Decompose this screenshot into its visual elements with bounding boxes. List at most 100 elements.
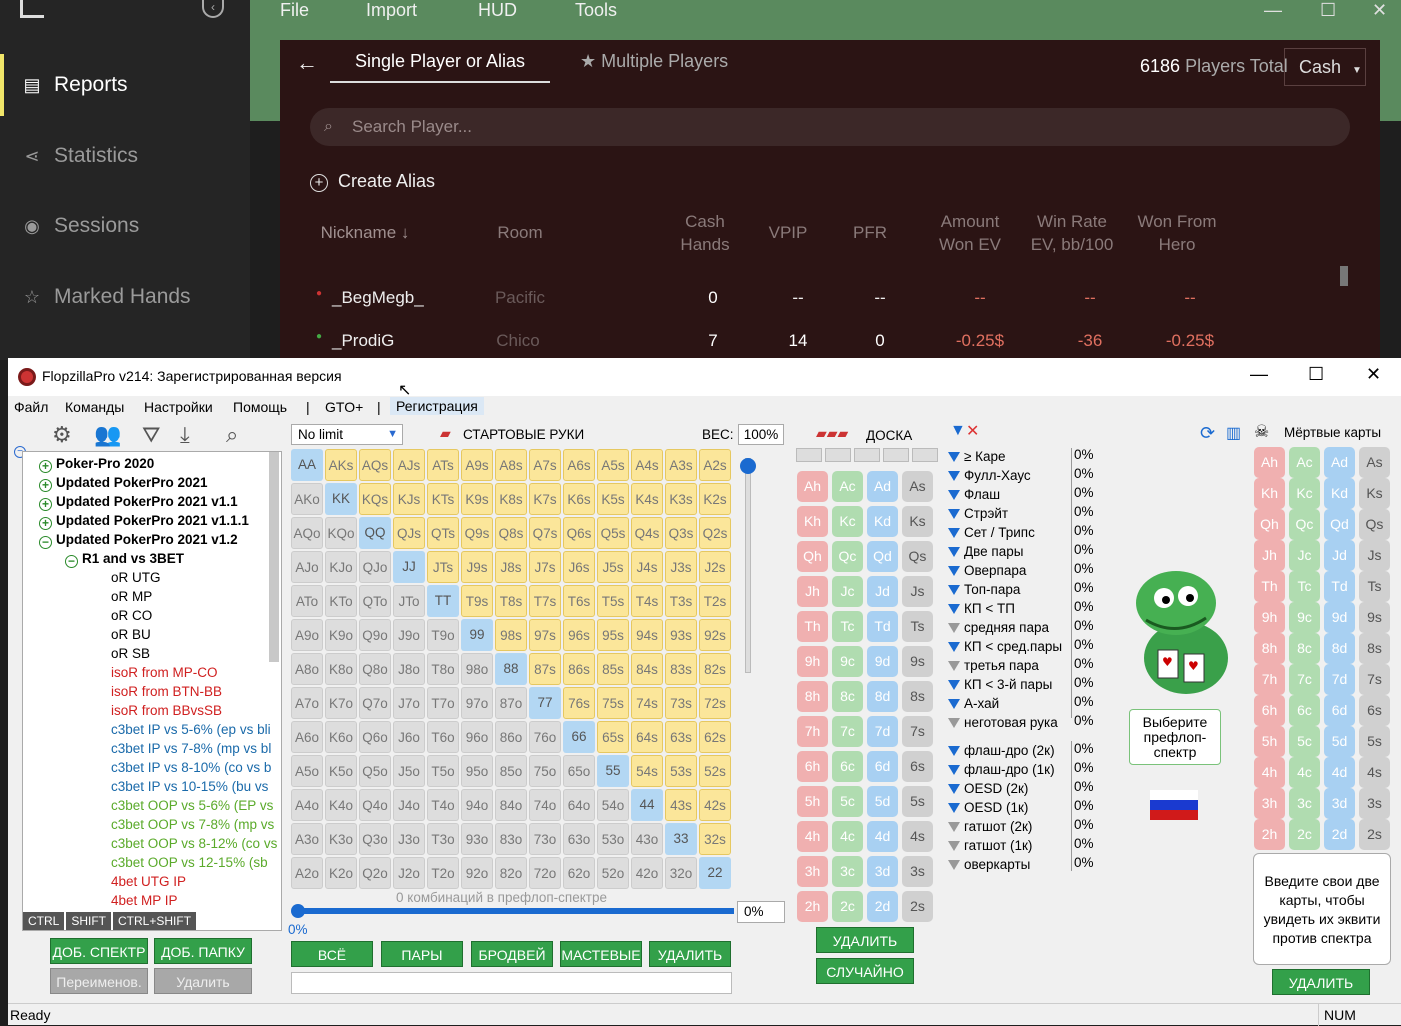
hand-cell[interactable]: K8o bbox=[325, 653, 357, 685]
card-button[interactable]: Ad bbox=[1324, 447, 1355, 478]
minimize-icon[interactable]: — bbox=[1264, 0, 1282, 21]
hand-cell[interactable]: 32s bbox=[699, 823, 731, 855]
card-button[interactable]: 4c bbox=[1289, 757, 1320, 788]
hand-cell[interactable]: 64o bbox=[563, 789, 595, 821]
tree-item[interactable]: c3bet OOP vs 5-6% (EP vs bbox=[111, 796, 273, 815]
hand-cell[interactable]: QQ bbox=[359, 517, 391, 549]
hand-cell[interactable]: J2s bbox=[699, 551, 731, 583]
hand-cell[interactable]: K9o bbox=[325, 619, 357, 651]
hand-cell[interactable]: 94o bbox=[461, 789, 493, 821]
range-slider-track[interactable] bbox=[298, 908, 734, 914]
card-button[interactable]: 7h bbox=[797, 716, 828, 747]
card-button[interactable]: Ts bbox=[1359, 571, 1390, 602]
card-button[interactable]: Ac bbox=[832, 471, 863, 502]
hand-cell[interactable]: 82s bbox=[699, 653, 731, 685]
card-button[interactable]: 8s bbox=[1359, 633, 1390, 664]
tree-item[interactable]: isoR from BTN-BB bbox=[111, 682, 222, 701]
card-button[interactable]: 3d bbox=[1324, 788, 1355, 819]
card-button[interactable]: 3c bbox=[832, 856, 863, 887]
hand-cell[interactable]: 85o bbox=[495, 755, 527, 787]
hand-cell[interactable]: 82o bbox=[495, 857, 527, 889]
card-button[interactable]: 4d bbox=[867, 821, 898, 852]
hand-cell[interactable]: ATo bbox=[291, 585, 323, 617]
hand-cell[interactable]: 73o bbox=[529, 823, 561, 855]
hand-cell[interactable]: 73s bbox=[665, 687, 697, 719]
col-pfr[interactable]: PFR bbox=[840, 221, 900, 244]
card-button[interactable]: 9c bbox=[832, 646, 863, 677]
filter-icon[interactable] bbox=[948, 452, 960, 462]
card-button[interactable]: 9h bbox=[1254, 602, 1285, 633]
hand-cell[interactable]: 98s bbox=[495, 619, 527, 651]
search-icon[interactable]: ⌕ bbox=[226, 422, 238, 448]
filter-icon[interactable] bbox=[948, 680, 960, 690]
card-button[interactable]: 4d bbox=[1324, 757, 1355, 788]
filter-icon[interactable] bbox=[948, 718, 960, 728]
card-button[interactable]: Kh bbox=[1254, 478, 1285, 509]
hand-cell[interactable]: QTs bbox=[427, 517, 459, 549]
hand-cell[interactable]: T9s bbox=[461, 585, 493, 617]
hand-cell[interactable]: 65s bbox=[597, 721, 629, 753]
hand-cell[interactable]: 66 bbox=[563, 721, 595, 753]
stat-row[interactable]: Стрэйт bbox=[948, 504, 1008, 523]
stat-row[interactable]: оверкарты bbox=[948, 855, 1030, 874]
hand-cell[interactable]: A4o bbox=[291, 789, 323, 821]
tree-item[interactable]: c3bet IP vs 10-15% (bu vs bbox=[111, 777, 268, 796]
hand-cell[interactable]: T3s bbox=[665, 585, 697, 617]
filter-icon[interactable]: ▼ bbox=[950, 422, 966, 440]
card-button[interactable]: 6d bbox=[1324, 695, 1355, 726]
tree-item[interactable]: c3bet OOP vs 12-15% (sb bbox=[111, 853, 268, 872]
hand-cell[interactable]: 65o bbox=[563, 755, 595, 787]
filter-icon[interactable] bbox=[948, 746, 960, 756]
hand-cell[interactable]: J5s bbox=[597, 551, 629, 583]
tree-item[interactable]: oR CO bbox=[111, 606, 152, 625]
hand-cell[interactable]: T8s bbox=[495, 585, 527, 617]
hand-cell[interactable]: TT bbox=[427, 585, 459, 617]
card-button[interactable]: Td bbox=[867, 611, 898, 642]
tree-item[interactable]: isoR from BBvsSB bbox=[111, 701, 222, 720]
stat-row[interactable]: А-хай bbox=[948, 694, 999, 713]
card-button[interactable]: Kc bbox=[1289, 478, 1320, 509]
hand-cell[interactable]: Q2s bbox=[699, 517, 731, 549]
card-button[interactable]: 2h bbox=[1254, 819, 1285, 850]
tree-item[interactable]: − Updated PokerPro 2021 v1.2 bbox=[39, 530, 238, 549]
weight-slider-thumb[interactable] bbox=[740, 458, 756, 474]
card-button[interactable]: 4h bbox=[1254, 757, 1285, 788]
clear-range-button[interactable]: УДАЛИТЬ bbox=[649, 941, 731, 967]
hand-cell[interactable]: 99 bbox=[461, 619, 493, 651]
card-button[interactable]: Js bbox=[1359, 540, 1390, 571]
tree-item[interactable]: + Updated PokerPro 2021 v1.1.1 bbox=[39, 511, 249, 530]
filter-icon[interactable] bbox=[948, 623, 960, 633]
hand-cell[interactable]: K3o bbox=[325, 823, 357, 855]
hand-cell[interactable]: AA bbox=[291, 449, 323, 481]
hand-cell[interactable]: Q7s bbox=[529, 517, 561, 549]
filter-icon[interactable] bbox=[948, 471, 960, 481]
expand-icon[interactable]: + bbox=[39, 498, 52, 511]
card-button[interactable]: Tc bbox=[832, 611, 863, 642]
hand-cell[interactable]: J6s bbox=[563, 551, 595, 583]
hand-cell[interactable]: A3s bbox=[665, 449, 697, 481]
card-button[interactable]: 3s bbox=[1359, 788, 1390, 819]
card-button[interactable]: 6h bbox=[797, 751, 828, 782]
select-range-box[interactable]: Выберите префлоп-спектр bbox=[1129, 709, 1221, 765]
hand-cell[interactable]: Q6s bbox=[563, 517, 595, 549]
card-button[interactable]: 5c bbox=[832, 786, 863, 817]
card-button[interactable]: 5d bbox=[867, 786, 898, 817]
hand-cell[interactable]: K3s bbox=[665, 483, 697, 515]
stat-row[interactable]: Флаш bbox=[948, 485, 1000, 504]
card-button[interactable]: Ts bbox=[902, 611, 933, 642]
hand-cell[interactable]: 43s bbox=[665, 789, 697, 821]
filter-icon[interactable] bbox=[948, 765, 960, 775]
minimize-icon[interactable]: — bbox=[1250, 364, 1268, 385]
hand-cell[interactable]: J8o bbox=[393, 653, 425, 685]
hand-cell[interactable]: 43o bbox=[631, 823, 663, 855]
card-button[interactable]: Jc bbox=[1289, 540, 1320, 571]
hand-cell[interactable]: Q6o bbox=[359, 721, 391, 753]
hand-cell[interactable]: J3o bbox=[393, 823, 425, 855]
card-button[interactable]: Ks bbox=[1359, 478, 1390, 509]
hand-cell[interactable]: Q2o bbox=[359, 857, 391, 889]
card-button[interactable]: 8s bbox=[902, 681, 933, 712]
hand-cell[interactable]: 97o bbox=[461, 687, 493, 719]
card-button[interactable]: Kh bbox=[797, 506, 828, 537]
filter-icon[interactable] bbox=[948, 860, 960, 870]
hand-cell[interactable]: A9s bbox=[461, 449, 493, 481]
